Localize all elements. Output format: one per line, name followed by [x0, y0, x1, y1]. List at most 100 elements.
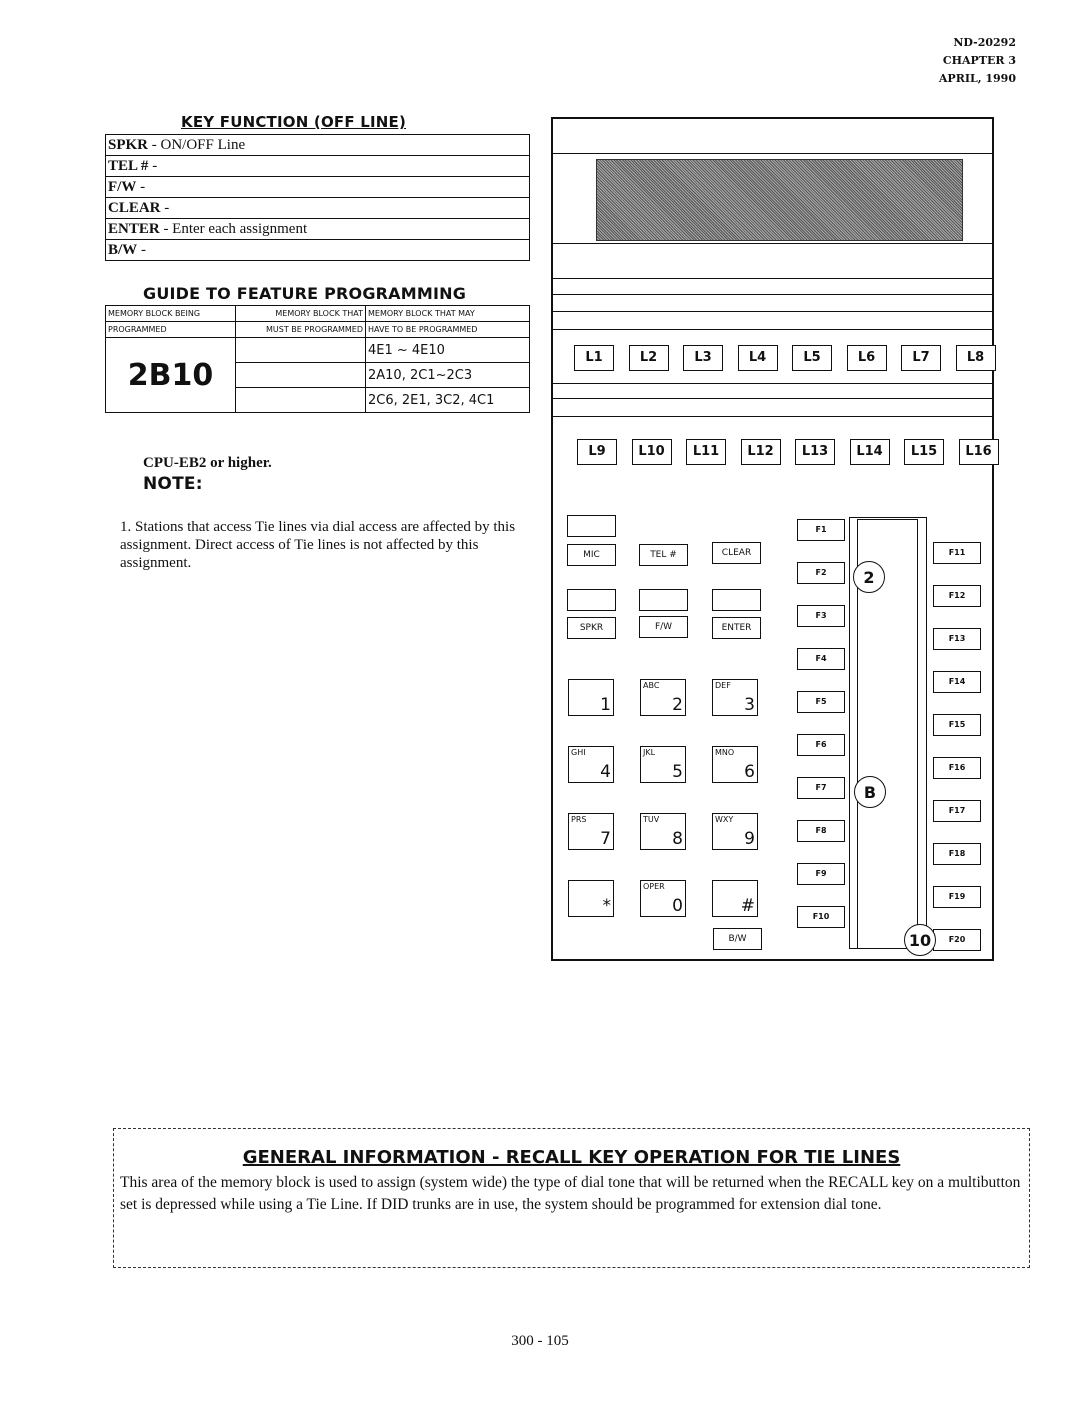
key-number: 4: [600, 762, 611, 782]
feature-key-f6[interactable]: F6: [797, 734, 845, 756]
key-function-row: ENTER - Enter each assignment: [106, 219, 529, 240]
dial-key-11[interactable]: #: [712, 880, 758, 917]
feature-key-f1[interactable]: F1: [797, 519, 845, 541]
line-key-l2[interactable]: L2: [628, 345, 669, 371]
blank-key[interactable]: [639, 589, 688, 611]
dial-key-9[interactable]: *: [568, 880, 614, 917]
key-number: 3: [744, 695, 755, 715]
feature-key-f20[interactable]: F20: [933, 929, 981, 951]
feature-key-f9[interactable]: F9: [797, 863, 845, 885]
callout-2: 2: [853, 561, 885, 593]
dial-key-10[interactable]: OPER 0: [640, 880, 686, 917]
tel-key[interactable]: TEL #: [639, 544, 688, 566]
blank-key[interactable]: [567, 515, 616, 537]
dial-key-3[interactable]: GHI 4: [568, 746, 614, 783]
may-cell: 4E1 ~ 4E10: [365, 337, 530, 363]
feature-key-f15[interactable]: F15: [933, 714, 981, 736]
feature-key-f7[interactable]: F7: [797, 777, 845, 799]
line-key-l4[interactable]: L4: [737, 345, 778, 371]
guide-title: GUIDE TO FEATURE PROGRAMMING: [143, 284, 467, 303]
dial-key-0[interactable]: 1: [568, 679, 614, 716]
line-key-l13[interactable]: L13: [795, 439, 835, 465]
key-letters: MNO: [715, 748, 735, 757]
key-function-row: CLEAR -: [106, 198, 529, 219]
mic-key[interactable]: MIC: [567, 544, 616, 566]
feature-key-f11[interactable]: F11: [933, 542, 981, 564]
note-item: 1. Stations that access Tie lines via di…: [120, 519, 516, 571]
feature-key-f14[interactable]: F14: [933, 671, 981, 693]
key-number: 7: [600, 829, 611, 849]
divider: [553, 278, 992, 279]
key-function-row: SPKR - ON/OFF Line: [106, 135, 529, 156]
b-w-key[interactable]: B/W: [713, 928, 762, 950]
key-name: ENTER: [108, 221, 160, 237]
divider: [553, 294, 992, 295]
key-letters: ABC: [643, 681, 660, 690]
enter-key[interactable]: ENTER: [712, 617, 761, 639]
clear-key[interactable]: CLEAR: [712, 542, 761, 564]
line-key-l9[interactable]: L9: [577, 439, 617, 465]
line-key-l7[interactable]: L7: [901, 345, 941, 371]
feature-key-f18[interactable]: F18: [933, 843, 981, 865]
feature-key-f4[interactable]: F4: [797, 648, 845, 670]
feature-key-f8[interactable]: F8: [797, 820, 845, 842]
feature-key-f17[interactable]: F17: [933, 800, 981, 822]
key-desc: - ON/OFF Line: [148, 137, 246, 153]
feature-key-f16[interactable]: F16: [933, 757, 981, 779]
dial-key-2[interactable]: DEF 3: [712, 679, 758, 716]
line-key-l16[interactable]: L16: [958, 439, 999, 465]
key-name: TEL #: [108, 158, 149, 174]
key-number: 2: [672, 695, 683, 715]
line-key-l1[interactable]: L1: [574, 345, 614, 371]
line-key-l3[interactable]: L3: [683, 345, 723, 371]
line-key-l15[interactable]: L15: [904, 439, 944, 465]
divider: [553, 153, 992, 154]
feature-key-f10[interactable]: F10: [797, 906, 845, 928]
key-letters: PRS: [571, 815, 587, 824]
key-letters: JKL: [643, 748, 656, 757]
feature-key-f3[interactable]: F3: [797, 605, 845, 627]
dial-key-4[interactable]: JKL 5: [640, 746, 686, 783]
chapter: CHAPTER 3: [942, 54, 1016, 67]
line-key-l5[interactable]: L5: [792, 345, 832, 371]
blank-key[interactable]: [567, 589, 616, 611]
key-name: F/W: [108, 179, 137, 195]
line-key-l12[interactable]: L12: [740, 439, 781, 465]
spkr-key[interactable]: SPKR: [567, 617, 616, 639]
feature-key-f12[interactable]: F12: [933, 585, 981, 607]
header-cell: MEMORY BLOCK THAT: [235, 305, 366, 322]
dial-key-6[interactable]: PRS 7: [568, 813, 614, 850]
date: APRIL, 1990: [938, 72, 1016, 85]
header-cell: MEMORY BLOCK THAT MAY: [365, 305, 530, 322]
line-key-l6[interactable]: L6: [846, 345, 887, 371]
guide-header-row: PROGRAMMED MUST BE PROGRAMMED HAVE TO BE…: [105, 321, 530, 338]
divider: [553, 416, 992, 417]
dial-key-8[interactable]: WXY 9: [712, 813, 758, 850]
dial-key-1[interactable]: ABC 2: [640, 679, 686, 716]
key-number: *: [602, 896, 612, 916]
line-key-l14[interactable]: L14: [849, 439, 890, 465]
telephone-diagram: L1 L2 L3 L4 L5 L6 L7 L8 L9 L10 L11 L12 L13 L14 L15 L16 M…: [551, 117, 999, 961]
f-w-key[interactable]: F/W: [639, 616, 688, 638]
line-key-l8[interactable]: L8: [955, 345, 996, 371]
dial-key-5[interactable]: MNO 6: [712, 746, 758, 783]
line-key-l10[interactable]: L10: [631, 439, 672, 465]
key-desc: - Enter each assignment: [159, 221, 308, 237]
note-title: NOTE:: [143, 474, 203, 494]
doc-number: ND-20292: [953, 36, 1016, 49]
feature-key-f13[interactable]: F13: [933, 628, 981, 650]
doc-header: ND-20292 CHAPTER 3 APRIL, 1990: [939, 34, 1016, 88]
must-cell: [235, 362, 366, 388]
feature-key-f19[interactable]: F19: [933, 886, 981, 908]
key-number: 5: [672, 762, 683, 782]
key-number: 9: [744, 829, 755, 849]
blank-key[interactable]: [712, 589, 761, 611]
key-function-row: B/W -: [106, 240, 529, 260]
feature-key-f2[interactable]: F2: [797, 562, 845, 584]
feature-key-f5[interactable]: F5: [797, 691, 845, 713]
divider: [553, 398, 992, 399]
general-info-body: This area of the memory block is used to…: [120, 1174, 1021, 1213]
key-number: 0: [672, 896, 683, 916]
line-key-l11[interactable]: L11: [686, 439, 726, 465]
dial-key-7[interactable]: TUV 8: [640, 813, 686, 850]
